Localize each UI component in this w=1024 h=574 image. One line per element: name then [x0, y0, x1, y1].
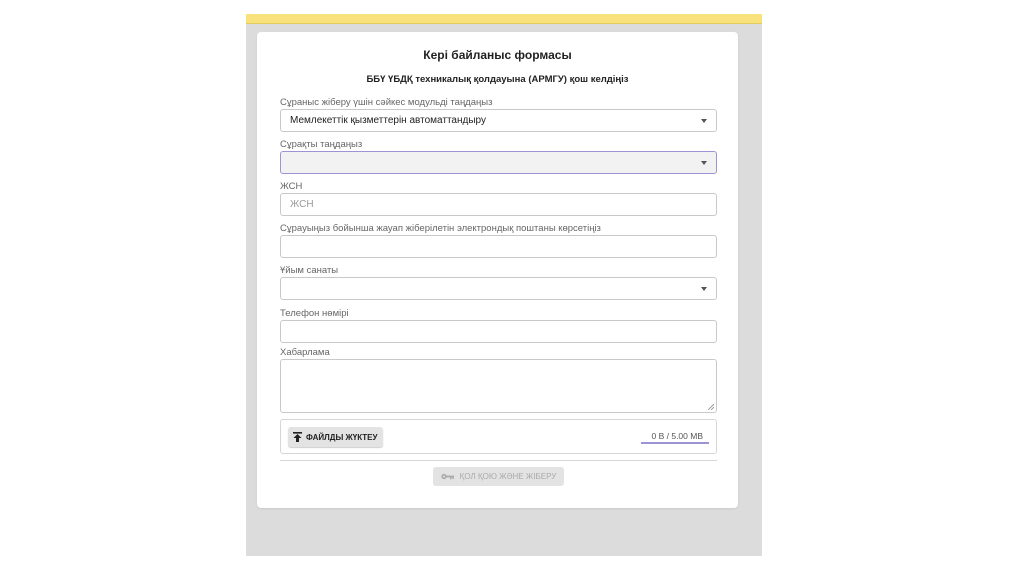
chevron-down-icon: [701, 160, 707, 165]
submit-button-label: ҚОЛ ҚОЮ ЖӘНЕ ЖІБЕРУ: [459, 472, 557, 481]
key-icon: [441, 473, 454, 480]
feedback-form-card: Кері байланыс формасы ББҮ ҮБДҚ техникалы…: [257, 32, 738, 508]
module-select[interactable]: Мемлекеттік қызметтерін автоматтандыру: [280, 109, 717, 132]
upload-file-button[interactable]: ФАЙЛДЫ ЖҮКТЕУ: [288, 427, 384, 447]
iin-placeholder: ЖСН: [290, 199, 314, 210]
question-label: Сұрақты таңдаңыз: [280, 139, 363, 150]
message-textarea[interactable]: [280, 359, 717, 413]
question-select[interactable]: [280, 151, 717, 174]
upload-size-bar: [641, 442, 709, 444]
org-category-label: Ұйым санаты: [280, 265, 339, 276]
phone-input[interactable]: [280, 320, 717, 343]
message-label: Хабарлама: [280, 347, 330, 358]
email-input[interactable]: [280, 235, 717, 258]
upload-size-indicator: 0 B / 5.00 MB: [651, 431, 704, 441]
module-label: Сұраныс жіберу үшін сәйкес модульді таңд…: [280, 97, 493, 108]
sign-and-send-button[interactable]: ҚОЛ ҚОЮ ЖӘНЕ ЖІБЕРУ: [433, 467, 564, 486]
chevron-down-icon: [701, 286, 707, 291]
file-upload-area: ФАЙЛДЫ ЖҮКТЕУ 0 B / 5.00 MB: [280, 419, 717, 454]
chevron-down-icon: [701, 118, 707, 123]
iin-input[interactable]: ЖСН: [280, 193, 717, 216]
form-title: Кері байланыс формасы: [423, 48, 572, 62]
browser-viewport: Кері байланыс формасы ББҮ ҮБДҚ техникалы…: [246, 14, 762, 556]
phone-label: Телефон нөмірі: [280, 308, 349, 319]
upload-button-label: ФАЙЛДЫ ЖҮКТЕУ: [306, 432, 378, 442]
module-select-value: Мемлекеттік қызметтерін автоматтандыру: [290, 115, 486, 126]
org-category-select[interactable]: [280, 277, 717, 300]
iin-label: ЖСН: [280, 181, 303, 192]
form-subtitle: ББҮ ҮБДҚ техникалық қолдауына (АРМГУ) қо…: [366, 74, 629, 85]
top-notice-bar: [246, 14, 762, 24]
resize-handle-icon[interactable]: [707, 403, 714, 410]
form-divider: [280, 460, 717, 461]
upload-icon: [293, 432, 302, 442]
email-label: Сұрауыңыз бойынша жауап жіберілетін элек…: [280, 223, 601, 234]
